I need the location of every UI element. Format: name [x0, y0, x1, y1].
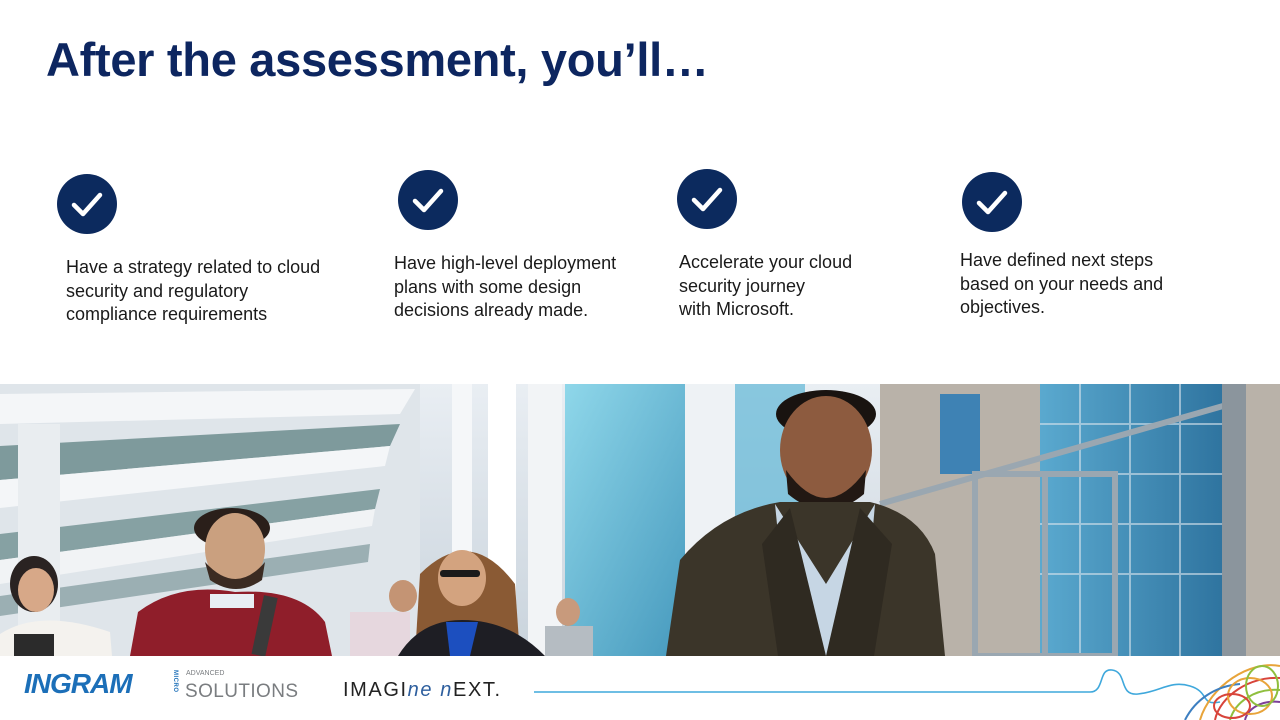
- brand-advanced-label: ADVANCED: [186, 670, 225, 677]
- checkmark-icon: [398, 170, 458, 230]
- ingram-micro-logo: INGRAM: [24, 668, 133, 699]
- hero-photo: [0, 384, 1280, 656]
- tagline-part: EXT.: [453, 679, 502, 701]
- checkmark-icon: [677, 169, 737, 229]
- scribble-graphic: [1184, 664, 1280, 720]
- outcome-text: Accelerate your cloud security journey w…: [679, 252, 853, 319]
- checkmark-icon: [57, 174, 117, 234]
- tagline-accent: ne: [407, 679, 434, 701]
- checkmark-icon: [962, 172, 1022, 232]
- outcome-text: Have a strategy related to cloud securit…: [66, 257, 321, 324]
- slide-title: After the assessment, you’ll…: [46, 33, 709, 86]
- tagline-part: IMAGI: [343, 679, 408, 701]
- tagline-imagine-next: IMAGIne nEXT.: [343, 680, 502, 700]
- outcome-text: Have high-level deployment plans with so…: [394, 253, 617, 320]
- ingram-micro-logo-micro: MICRO: [172, 670, 178, 693]
- outcome-text: Have defined next steps based on your ne…: [960, 250, 1164, 317]
- brand-solutions-label: SOLUTIONS: [185, 681, 299, 702]
- tagline-accent: n: [440, 679, 454, 701]
- footer-bar: INGRAM MICRO ADVANCED SOLUTIONS IMAGIne …: [0, 656, 1280, 720]
